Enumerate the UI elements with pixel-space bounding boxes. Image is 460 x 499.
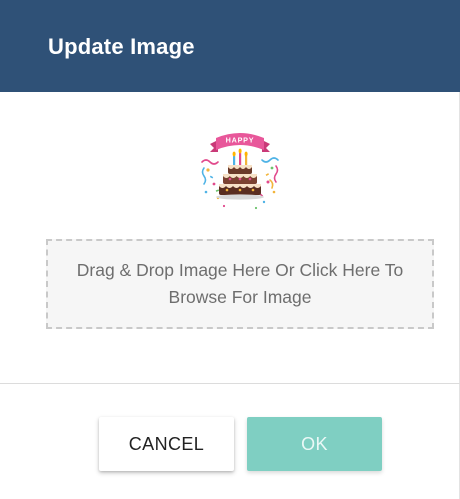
image-preview: HAPPY — [201, 133, 279, 210]
footer-divider — [0, 383, 460, 384]
banner-text: HAPPY — [226, 136, 255, 145]
update-image-dialog: Update Image HAPPY Drag & Drop Image Her… — [0, 0, 460, 499]
dialog-body: HAPPY Drag & Drop Image Here Or Click He… — [0, 92, 460, 382]
dialog-title: Update Image — [48, 34, 195, 59]
dialog-header: Update Image — [0, 0, 460, 92]
candles — [232, 148, 248, 165]
cake — [216, 165, 264, 200]
dropzone-text: Drag & Drop Image Here Or Click Here To … — [76, 260, 404, 307]
image-dropzone[interactable]: Drag & Drop Image Here Or Click Here To … — [46, 239, 434, 329]
cancel-button[interactable]: CANCEL — [99, 417, 234, 471]
ok-button[interactable]: OK — [247, 417, 382, 471]
